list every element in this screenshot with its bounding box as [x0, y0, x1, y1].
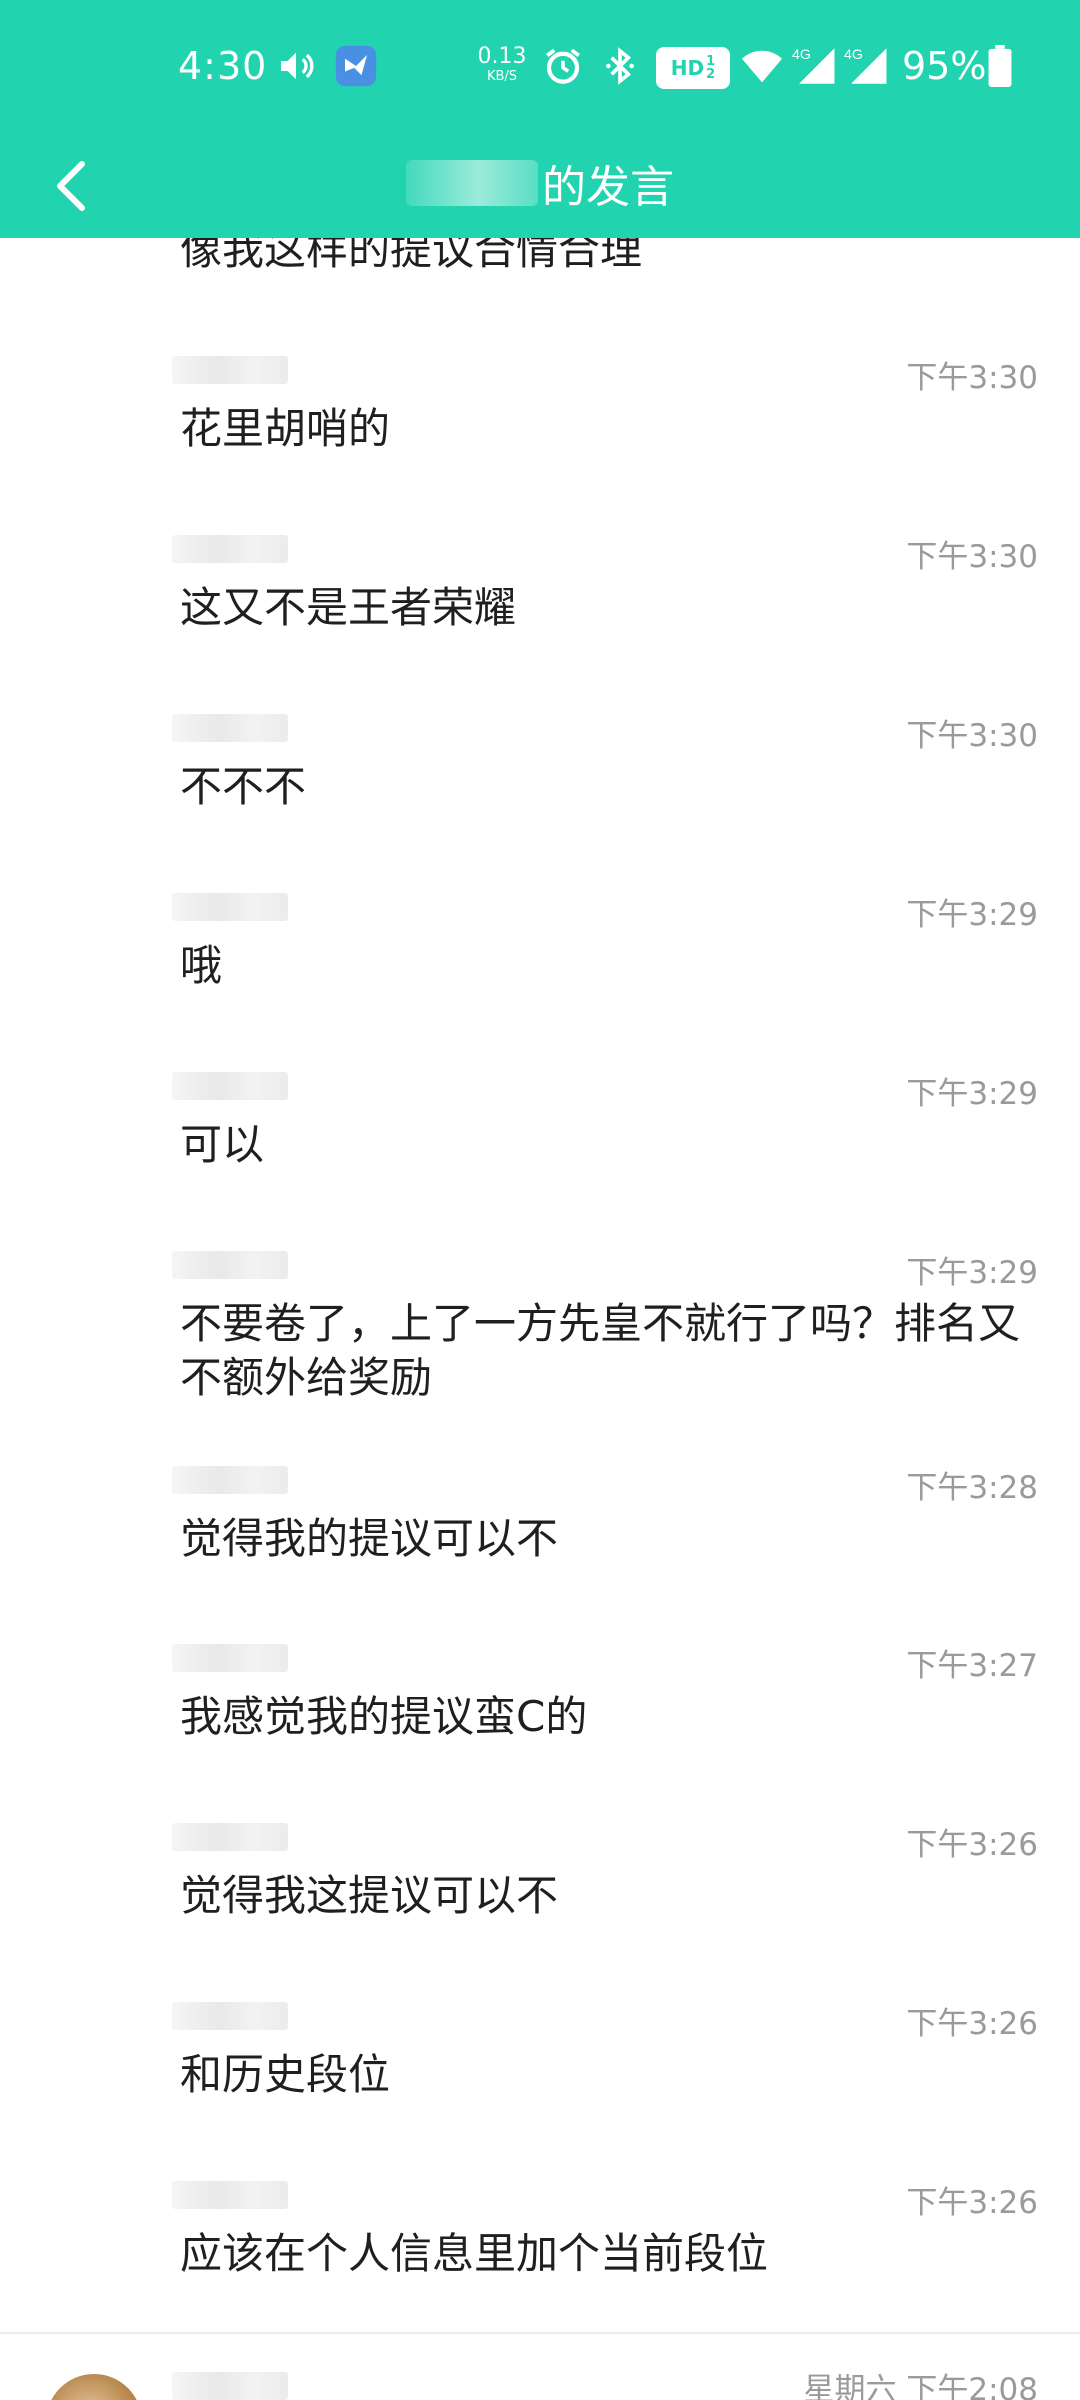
signal-icon-sim2: 4G — [844, 44, 890, 88]
message-text: 和历史段位 — [180, 2050, 391, 2099]
message-list[interactable]: 像我这样的提议合情合理 下午3:30 花里胡哨的 下午3:30 这又不是王者荣耀… — [0, 238, 1080, 2400]
partial-message-text: 像我这样的提议合情合理 — [180, 238, 643, 274]
message-text: 花里胡哨的 — [180, 404, 391, 453]
app-notification-icon — [334, 44, 378, 88]
battery-percent: 95% — [902, 44, 987, 88]
message-time: 下午3:29 — [906, 1255, 1038, 1291]
message-text: 应该在个人信息里加个当前段位 — [180, 2229, 769, 2278]
message-text: 不不不 — [180, 762, 307, 811]
redacted-sender-name — [172, 535, 288, 563]
message-time: 下午3:27 — [906, 1648, 1038, 1684]
message-time: 下午3:30 — [906, 718, 1038, 754]
status-time: 4:30 — [178, 44, 268, 88]
redacted-sender-name — [172, 356, 288, 384]
redacted-sender-name — [172, 1466, 288, 1494]
message-time: 下午3:30 — [906, 539, 1038, 575]
redacted-sender-name — [172, 1072, 288, 1100]
message-text: 不要卷了，上了一方先皇不就行了吗？排名又不额外给奖励 — [180, 1299, 1021, 1402]
message-text: 哦 — [180, 941, 223, 990]
message-time: 下午3:28 — [906, 1470, 1038, 1506]
message-text: 觉得我这提议可以不 — [180, 1871, 559, 1920]
message-time: 下午3:29 — [906, 1076, 1038, 1112]
page-title: 的发言 — [0, 138, 1080, 228]
message-text: 这又不是王者荣耀 — [180, 583, 517, 632]
signal-icon-sim1: 4G — [792, 44, 838, 88]
svg-text:4G: 4G — [792, 46, 811, 62]
wifi-icon — [740, 44, 784, 88]
message-time: 下午3:29 — [906, 897, 1038, 933]
redacted-sender-name — [172, 893, 288, 921]
alarm-icon — [542, 44, 584, 88]
message-time: 下午3:26 — [906, 2185, 1038, 2221]
top-bar: 4:30 0.13 KB/S HD 12 4G 4G 95% 的发言 — [0, 0, 1080, 238]
message-text: 我感觉我的提议蛮C的 — [180, 1692, 588, 1741]
redacted-sender-name — [172, 714, 288, 742]
message-text: 觉得我的提议可以不 — [180, 1514, 559, 1563]
message-time: 下午3:26 — [906, 2006, 1038, 2042]
network-speed: 0.13 KB/S — [477, 44, 527, 84]
message-text: 可以 — [180, 1120, 265, 1169]
redacted-sender-name — [172, 2002, 288, 2030]
nav-bar: 的发言 — [0, 138, 1080, 238]
section-divider — [0, 2332, 1080, 2334]
status-bar: 4:30 0.13 KB/S HD 12 4G 4G 95% — [0, 0, 1080, 138]
redacted-sender-name — [172, 1251, 288, 1279]
redacted-sender-name — [172, 1823, 288, 1851]
redacted-sender-name — [172, 2372, 288, 2400]
bluetooth-icon — [600, 44, 640, 88]
volume-icon — [276, 44, 316, 88]
redacted-sender-name — [172, 1644, 288, 1672]
message-time: 下午3:30 — [906, 360, 1038, 396]
redacted-username — [406, 160, 538, 206]
redacted-sender-name — [172, 2181, 288, 2209]
page-title-suffix: 的发言 — [542, 162, 674, 213]
conversation-time: 星期六 下午2:08 — [803, 2372, 1038, 2400]
svg-text:4G: 4G — [844, 46, 863, 62]
avatar[interactable] — [46, 2374, 142, 2400]
hd-voice-badge: HD 12 — [656, 47, 730, 89]
battery-icon — [988, 44, 1012, 88]
message-time: 下午3:26 — [906, 1827, 1038, 1863]
